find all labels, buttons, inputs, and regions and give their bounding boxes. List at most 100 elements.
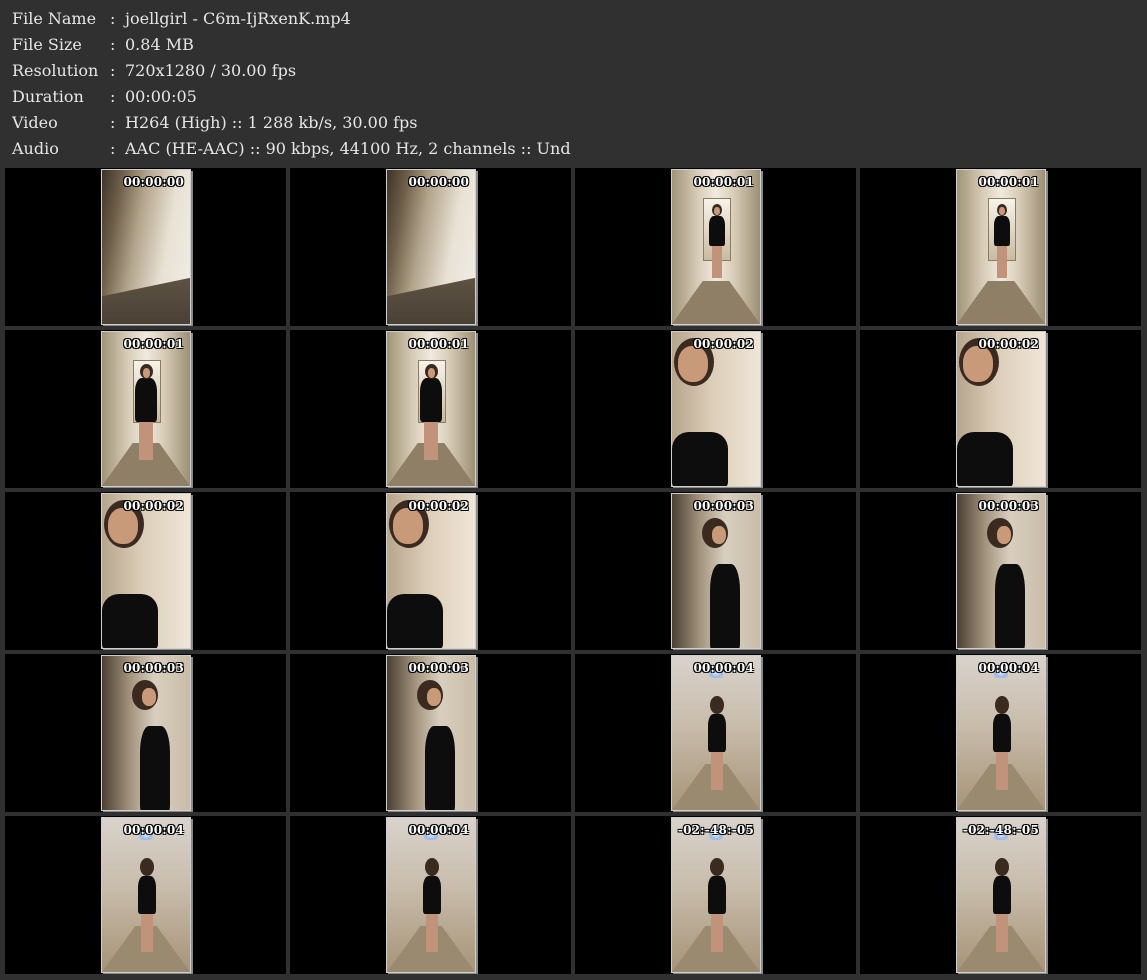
frame-image [672,494,760,648]
video-frame-thumbnail: 00:00:02 [101,493,191,649]
info-separator: : [110,113,116,132]
thumbnail-cell: 00:00:01 [575,168,856,326]
info-row-audio: Audio : AAC (HE-AAC) :: 90 kbps, 44100 H… [12,136,1132,162]
video-frame-thumbnail: 00:00:01 [386,331,476,487]
thumbnail-cell: 00:00:03 [5,654,286,812]
info-key: Resolution [12,61,99,80]
frame-image [672,656,760,810]
frame-image [672,170,760,324]
frame-image [672,332,760,486]
frame-timestamp: 00:00:00 [123,175,184,189]
frame-image [387,656,475,810]
frame-image [387,818,475,972]
thumbnail-cell: 00:00:02 [860,330,1141,488]
frame-image [957,818,1045,972]
info-separator: : [110,9,116,28]
frame-timestamp: -02:-48:-05 [962,823,1039,837]
video-frame-thumbnail: -02:-48:-05 [671,817,761,973]
video-frame-thumbnail: 00:00:03 [101,655,191,811]
video-frame-thumbnail: 00:00:04 [101,817,191,973]
person-figure [387,656,475,810]
video-frame-thumbnail: 00:00:00 [386,169,476,325]
frame-timestamp: 00:00:04 [978,661,1039,675]
info-row-duration: Duration : 00:00:05 [12,84,1132,110]
person-figure [957,494,1045,648]
thumbnail-cell: 00:00:04 [5,816,286,974]
frame-image [102,656,190,810]
frame-image [102,494,190,648]
info-value: H264 (High) :: 1 288 kb/s, 30.00 fps [125,113,418,132]
person-figure [102,818,190,972]
frame-timestamp: -02:-48:-05 [677,823,754,837]
person-figure [672,818,760,972]
info-row-file-size: File Size : 0.84 MB [12,32,1132,58]
frame-image [387,494,475,648]
video-frame-thumbnail: 00:00:00 [101,169,191,325]
person-figure [672,332,760,486]
person-figure [102,494,190,648]
frame-timestamp: 00:00:03 [408,661,469,675]
info-key: File Size [12,35,82,54]
thumbnail-cell: 00:00:02 [290,492,571,650]
frame-image [387,332,475,486]
person-figure [672,494,760,648]
frame-timestamp: 00:00:04 [693,661,754,675]
frame-image [672,818,760,972]
info-value: joellgirl - C6m-IjRxenK.mp4 [125,9,351,28]
person-figure [957,332,1045,486]
info-separator: : [110,35,116,54]
video-frame-thumbnail: 00:00:02 [386,493,476,649]
frame-timestamp: 00:00:04 [408,823,469,837]
thumbnail-cell: 00:00:01 [5,330,286,488]
person-figure [957,170,1045,324]
video-frame-thumbnail: 00:00:04 [671,655,761,811]
frame-timestamp: 00:00:02 [123,499,184,513]
video-frame-thumbnail: 00:00:02 [671,331,761,487]
contact-sheet: File Name : joellgirl - C6m-IjRxenK.mp4 … [0,0,1147,980]
video-frame-thumbnail: 00:00:04 [386,817,476,973]
frame-timestamp: 00:00:01 [123,337,184,351]
thumbnail-cell: 00:00:02 [5,492,286,650]
person-figure [957,656,1045,810]
info-key: Duration [12,87,84,106]
frame-timestamp: 00:00:00 [408,175,469,189]
media-info-header: File Name : joellgirl - C6m-IjRxenK.mp4 … [12,6,1132,162]
frame-image [957,332,1045,486]
info-key: Video [12,113,58,132]
info-value: 720x1280 / 30.00 fps [125,61,297,80]
thumbnail-cell: 00:00:03 [290,654,571,812]
frame-timestamp: 00:00:01 [408,337,469,351]
thumbnail-cell: 00:00:01 [860,168,1141,326]
frame-timestamp: 00:00:03 [693,499,754,513]
video-frame-thumbnail: 00:00:03 [386,655,476,811]
frame-image [102,170,190,324]
info-row-resolution: Resolution : 720x1280 / 30.00 fps [12,58,1132,84]
thumbnail-cell: 00:00:01 [290,330,571,488]
frame-timestamp: 00:00:01 [693,175,754,189]
thumbnail-cell: 00:00:04 [860,654,1141,812]
video-frame-thumbnail: 00:00:03 [956,493,1046,649]
info-key: Audio [12,139,59,158]
thumbnail-cell: -02:-48:-05 [860,816,1141,974]
frame-timestamp: 00:00:02 [978,337,1039,351]
person-figure [387,494,475,648]
video-frame-thumbnail: 00:00:04 [956,655,1046,811]
info-separator: : [110,87,116,106]
info-row-video: Video : H264 (High) :: 1 288 kb/s, 30.00… [12,110,1132,136]
info-key: File Name [12,9,97,28]
frame-image [102,818,190,972]
frame-image [387,170,475,324]
thumbnail-cell: 00:00:00 [290,168,571,326]
video-frame-thumbnail: 00:00:01 [101,331,191,487]
frame-timestamp: 00:00:03 [123,661,184,675]
thumbnail-cell: 00:00:04 [290,816,571,974]
thumbnail-cell: -02:-48:-05 [575,816,856,974]
person-figure [102,332,190,486]
person-figure [387,818,475,972]
thumbnail-grid: 00:00:00 00:00:00 00:00:01 00:00:01 00:00:01… [5,168,1142,976]
video-frame-thumbnail: 00:00:01 [671,169,761,325]
thumbnail-cell: 00:00:03 [860,492,1141,650]
person-figure [957,818,1045,972]
frame-timestamp: 00:00:02 [408,499,469,513]
frame-timestamp: 00:00:02 [693,337,754,351]
